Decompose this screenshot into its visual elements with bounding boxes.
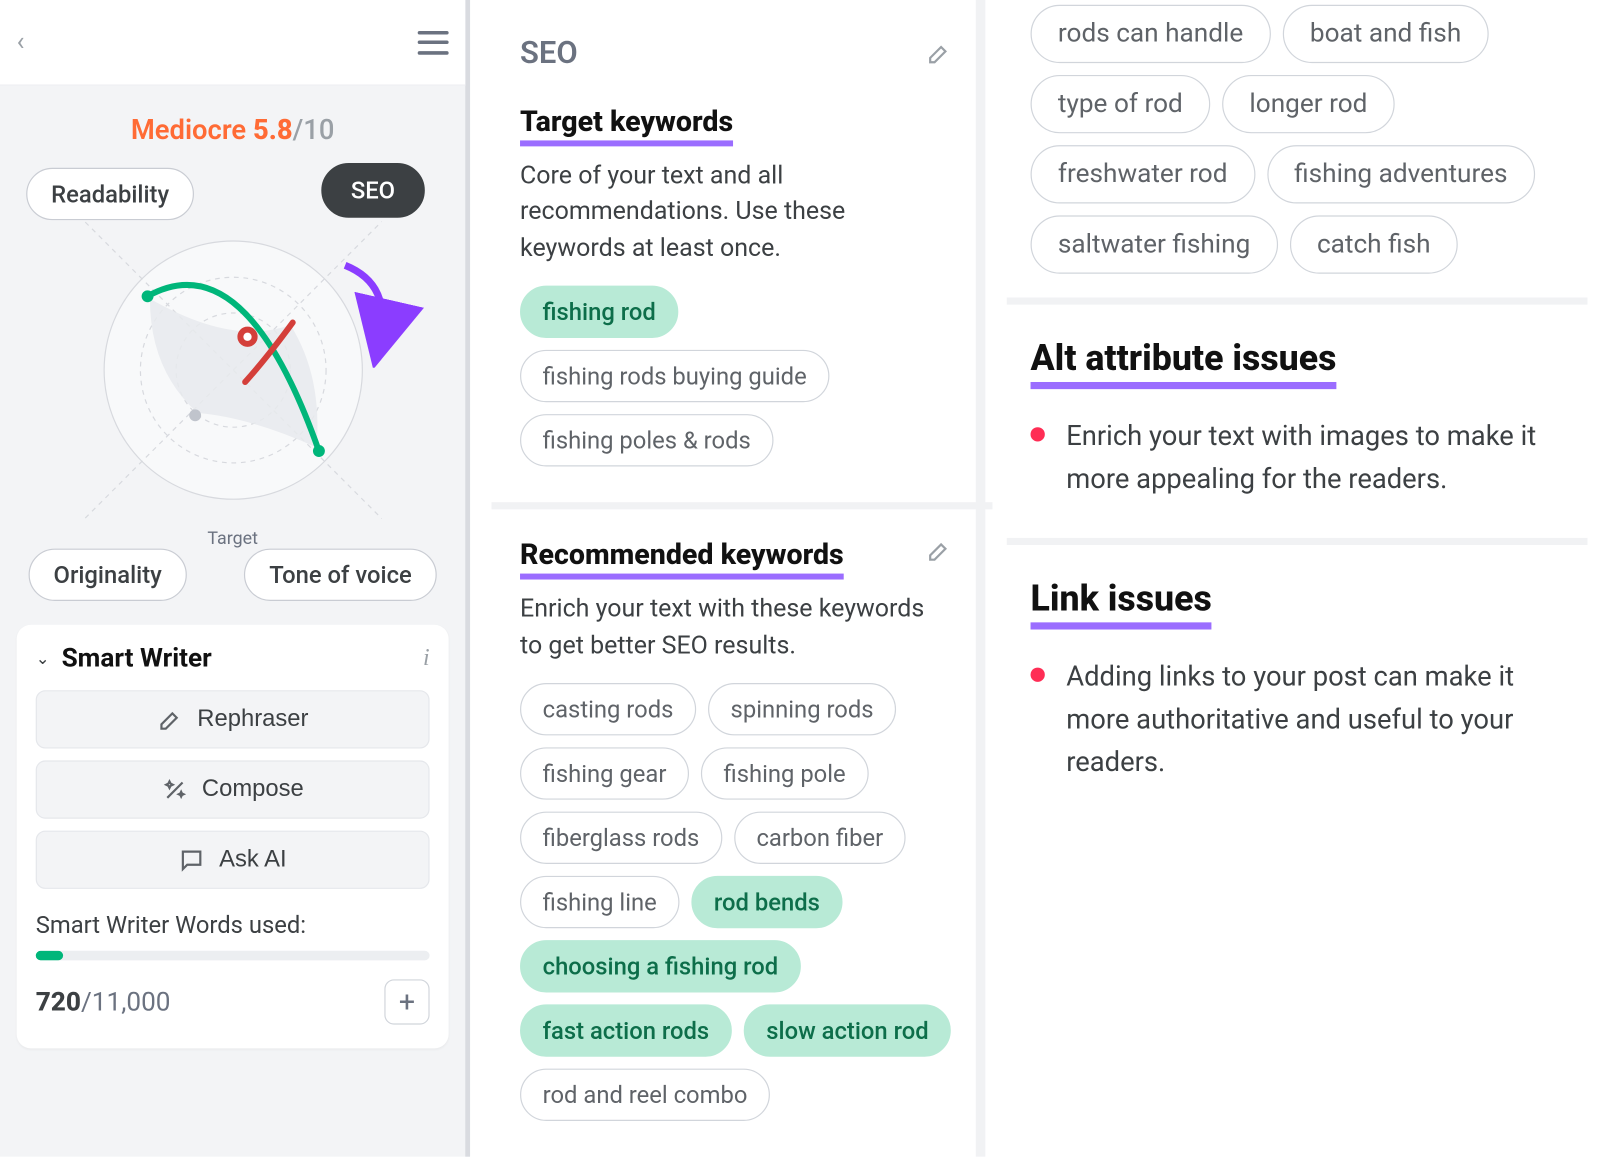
keyword-chip[interactable]: fishing line — [520, 876, 679, 928]
section-divider — [491, 503, 992, 510]
keyword-chip[interactable]: slow action rod — [744, 1005, 952, 1057]
alt-issues-title: Alt attribute issues — [1031, 338, 1337, 389]
recommended-keywords-desc: Enrich your text with these keywords to … — [520, 592, 948, 664]
link-issue-item: Adding links to your post can make it mo… — [1031, 656, 1564, 800]
target-keywords-desc: Core of your text and all recommendation… — [520, 158, 948, 267]
keyword-chip[interactable]: spinning rods — [708, 683, 896, 735]
issue-dot-icon — [1031, 427, 1045, 441]
back-button[interactable]: ‹ — [17, 27, 25, 57]
smart-writer-card: ⌄ Smart Writer i Rephraser Compose Ask A… — [17, 625, 449, 1049]
tab-originality[interactable]: Originality — [29, 549, 187, 601]
keyword-chip[interactable]: longer rod — [1222, 75, 1395, 133]
tab-readability[interactable]: Readability — [26, 168, 194, 220]
keyword-chip[interactable]: carbon fiber — [734, 812, 906, 864]
info-icon[interactable]: i — [423, 645, 430, 672]
right-panel: rods can handleboat and fish type of rodl… — [1007, 0, 1588, 1157]
chat-icon — [179, 847, 205, 873]
score-line: Mediocre 5.8/10 — [0, 86, 465, 156]
keyword-chip[interactable]: fiberglass rods — [520, 812, 722, 864]
keyword-chip[interactable]: saltwater fishing — [1031, 215, 1278, 273]
keyword-chip[interactable]: fishing rod — [520, 286, 678, 338]
keyword-chip[interactable]: type of rod — [1031, 75, 1211, 133]
smart-writer-title: Smart Writer — [62, 644, 212, 674]
seo-panel: SEO Target keywords Core of your text an… — [491, 0, 985, 1157]
link-issue-text: Adding links to your post can make it mo… — [1066, 656, 1563, 783]
keyword-chip[interactable]: fishing poles & rods — [520, 414, 773, 466]
usage-limit: /11,000 — [81, 987, 171, 1017]
rephraser-label: Rephraser — [197, 706, 308, 733]
keyword-chip[interactable]: rods can handle — [1031, 5, 1271, 63]
left-panel: ‹ Mediocre 5.8/10 Readability SEO Origin… — [0, 0, 470, 1157]
ask-ai-label: Ask AI — [219, 846, 286, 873]
pencil-icon[interactable] — [926, 40, 952, 66]
recommended-keywords-chips: casting rodsspinning rodsfishing gearfis… — [520, 683, 964, 1121]
wand-icon — [161, 776, 187, 802]
score-rating-label: Mediocre — [131, 114, 246, 146]
pencil-icon[interactable] — [926, 538, 952, 564]
tab-seo[interactable]: SEO — [321, 163, 425, 218]
usage-used: 720 — [36, 987, 81, 1017]
add-words-button[interactable]: + — [384, 979, 429, 1024]
keyword-chip[interactable]: choosing a fishing rod — [520, 940, 801, 992]
hamburger-menu-icon[interactable] — [418, 30, 449, 54]
radar-chart — [84, 222, 382, 524]
recommended-keywords-title: Recommended keywords — [520, 538, 844, 580]
left-header: ‹ — [0, 0, 465, 86]
keyword-chip[interactable]: fishing adventures — [1267, 145, 1535, 203]
link-issues-title: Link issues — [1031, 579, 1212, 630]
keyword-chip[interactable]: fishing rods buying guide — [520, 350, 829, 402]
keyword-chip[interactable]: boat and fish — [1283, 5, 1489, 63]
score-value: 5.8 — [253, 114, 293, 146]
compose-button[interactable]: Compose — [36, 760, 430, 818]
target-keywords-chips: fishing rod fishing rods buying guide fish… — [520, 286, 964, 467]
usage-count: 720/11,000 + — [36, 979, 430, 1024]
issue-dot-icon — [1031, 668, 1045, 682]
keyword-chip[interactable]: fishing pole — [701, 748, 868, 800]
tab-tone[interactable]: Tone of voice — [244, 549, 436, 601]
alt-issue-item: Enrich your text with images to make it … — [1031, 415, 1564, 516]
rephraser-button[interactable]: Rephraser — [36, 690, 430, 748]
keyword-chip[interactable]: fishing gear — [520, 748, 689, 800]
radar-area: Readability SEO Originality Tone of voic… — [0, 156, 465, 608]
keyword-chip[interactable]: casting rods — [520, 683, 696, 735]
compose-label: Compose — [202, 776, 304, 803]
score-max: /10 — [293, 114, 335, 146]
target-keywords-title: Target keywords — [520, 105, 733, 147]
section-divider — [1007, 298, 1588, 305]
keyword-chip[interactable]: freshwater rod — [1031, 145, 1255, 203]
alt-issue-text: Enrich your text with images to make it … — [1066, 415, 1563, 500]
keyword-chip[interactable]: fast action rods — [520, 1005, 732, 1057]
usage-bar — [36, 951, 430, 961]
chevron-down-icon[interactable]: ⌄ — [36, 649, 50, 668]
extra-keywords-chips: rods can handleboat and fish type of rodl… — [1031, 5, 1564, 274]
keyword-chip[interactable]: rod bends — [691, 876, 842, 928]
keyword-chip[interactable]: rod and reel combo — [520, 1069, 770, 1121]
radar-target-label: Target — [207, 527, 258, 548]
keyword-chip[interactable]: catch fish — [1290, 215, 1458, 273]
panel-title: SEO — [520, 36, 578, 72]
usage-label: Smart Writer Words used: — [36, 910, 430, 939]
section-divider — [1007, 538, 1588, 545]
edit-icon — [157, 706, 183, 732]
ask-ai-button[interactable]: Ask AI — [36, 831, 430, 889]
